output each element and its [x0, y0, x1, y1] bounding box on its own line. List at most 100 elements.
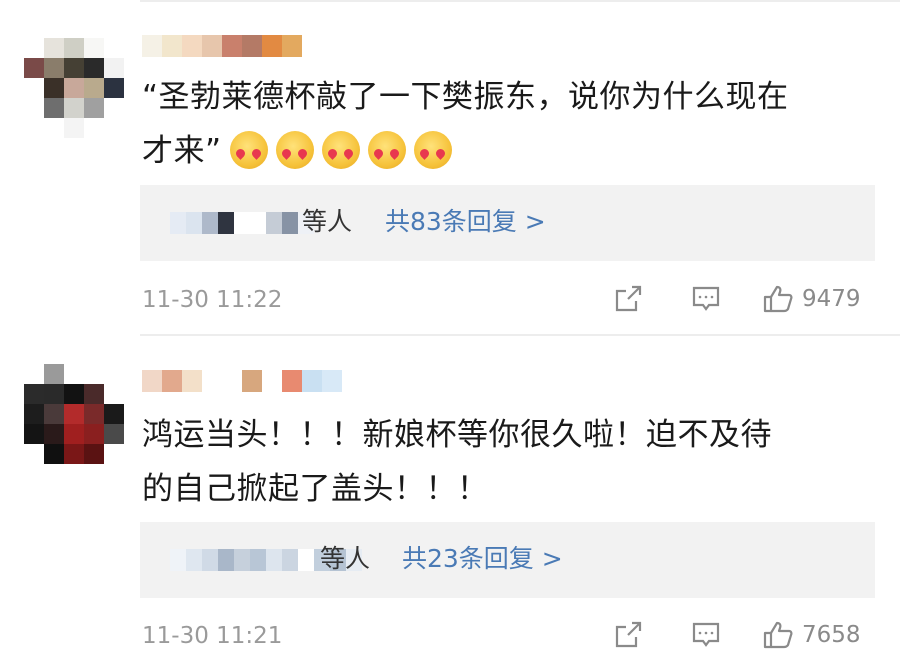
avatar-pixel	[64, 58, 84, 78]
avatar-pixel	[24, 384, 44, 404]
reply-username-pixel	[234, 212, 250, 234]
reply-count-link[interactable]: 共23条回复 >	[402, 542, 563, 576]
thumbs-up-icon	[763, 285, 793, 313]
comment-button[interactable]	[690, 283, 722, 315]
comment-text-line2: 的自己掀起了盖头！！！	[142, 471, 489, 507]
username-pixel	[262, 370, 282, 392]
reply-username-pixel	[202, 212, 218, 234]
avatar-pixel	[24, 98, 44, 118]
username-pixel	[222, 35, 242, 57]
blushing-heart-face-emoji	[321, 131, 360, 169]
avatar-pixel	[24, 78, 44, 98]
avatar-pixel	[104, 38, 124, 58]
comment-item: 鸿运当头！！！新娘杯等你很久啦！迫不及待 的自己掀起了盖头！！！ 等人 共23条…	[0, 336, 900, 669]
blushing-heart-face-emoji	[413, 131, 452, 169]
blushing-heart-face-emoji	[275, 131, 314, 169]
blushing-heart-face-emoji	[229, 131, 268, 169]
avatar-pixel	[64, 384, 84, 404]
thumbs-up-icon	[763, 621, 793, 649]
avatar-pixel	[64, 98, 84, 118]
avatar-pixel	[64, 364, 84, 384]
reply-username-pixel	[186, 549, 202, 571]
comment-timestamp: 11-30 11:22	[142, 287, 283, 313]
avatar[interactable]	[24, 364, 124, 464]
reply-username-pixel	[266, 549, 282, 571]
avatar-pixel	[84, 78, 104, 98]
comment-icon	[692, 622, 720, 647]
avatar-pixel	[24, 404, 44, 424]
username-pixel	[182, 35, 202, 57]
avatar-pixel	[84, 424, 104, 444]
reply-username-pixel	[250, 549, 266, 571]
username-pixel	[322, 370, 342, 392]
avatar-pixel	[24, 38, 44, 58]
reply-count-link[interactable]: 共83条回复 >	[385, 205, 546, 239]
like-button[interactable]: 7658	[762, 619, 861, 651]
username-pixel	[142, 370, 162, 392]
reply-preview-box[interactable]: 等人 共23条回复 >	[140, 522, 875, 598]
avatar-pixel	[84, 58, 104, 78]
avatar-pixel	[24, 424, 44, 444]
avatar-pixel	[44, 364, 64, 384]
username-pixel	[282, 35, 302, 57]
avatar-pixel	[104, 98, 124, 118]
username[interactable]	[142, 370, 342, 392]
avatar-pixel	[104, 58, 124, 78]
reply-username-pixel	[218, 549, 234, 571]
avatar-pixel	[84, 38, 104, 58]
username-pixel	[282, 370, 302, 392]
avatar-pixel	[84, 118, 104, 138]
username-pixel	[302, 370, 322, 392]
avatar-pixel	[44, 384, 64, 404]
reply-etc-label: 等人	[320, 544, 371, 573]
avatar-pixel	[104, 364, 124, 384]
avatar-pixel	[104, 404, 124, 424]
avatar-pixel	[44, 118, 64, 138]
reply-usernames	[170, 212, 314, 234]
avatar-pixel	[24, 364, 44, 384]
avatar-pixel	[84, 404, 104, 424]
emoji-row	[222, 131, 452, 169]
share-button[interactable]	[612, 619, 644, 651]
avatar-pixel	[64, 78, 84, 98]
reply-preview-box[interactable]: 等人 共83条回复 >	[140, 185, 875, 261]
comment-item: “圣勃莱德杯敲了一下樊振东，说你为什么现在 才来” 等人 共83条回复 > 11…	[0, 0, 900, 330]
reply-username-pixel	[250, 212, 266, 234]
share-button[interactable]	[612, 283, 644, 315]
avatar-pixel	[84, 98, 104, 118]
like-button[interactable]: 9479	[762, 283, 861, 315]
avatar-pixel	[104, 444, 124, 464]
avatar-pixel	[24, 444, 44, 464]
avatar-pixel	[44, 98, 64, 118]
avatar-pixel	[44, 424, 64, 444]
comment-timestamp: 11-30 11:21	[142, 623, 283, 649]
username-pixel	[202, 370, 222, 392]
username-pixel	[182, 370, 202, 392]
avatar-pixel	[44, 404, 64, 424]
avatar-pixel	[44, 78, 64, 98]
reply-username-pixel	[202, 549, 218, 571]
comment-text: 鸿运当头！！！新娘杯等你很久啦！迫不及待 的自己掀起了盖头！！！	[142, 408, 887, 516]
avatar-pixel	[104, 118, 124, 138]
username-pixel	[222, 370, 242, 392]
comment-button[interactable]	[690, 619, 722, 651]
avatar-pixel	[104, 78, 124, 98]
avatar-pixel	[104, 424, 124, 444]
avatar-pixel	[64, 404, 84, 424]
username-pixel	[262, 35, 282, 57]
avatar-pixel	[24, 118, 44, 138]
username[interactable]	[142, 35, 302, 57]
avatar-pixel	[44, 38, 64, 58]
avatar-pixel	[64, 424, 84, 444]
username-pixel	[162, 370, 182, 392]
avatar-pixel	[84, 384, 104, 404]
reply-etc-label: 等人	[302, 207, 353, 236]
comment-text-line2: 才来”	[142, 133, 222, 169]
reply-username-pixel	[218, 212, 234, 234]
reply-username-pixel	[234, 549, 250, 571]
comment-text-line1: “圣勃莱德杯敲了一下樊振东，说你为什么现在	[142, 79, 789, 115]
avatar[interactable]	[24, 38, 124, 138]
like-count: 9479	[802, 286, 861, 312]
avatar-pixel	[84, 444, 104, 464]
reply-username-pixel	[282, 212, 298, 234]
